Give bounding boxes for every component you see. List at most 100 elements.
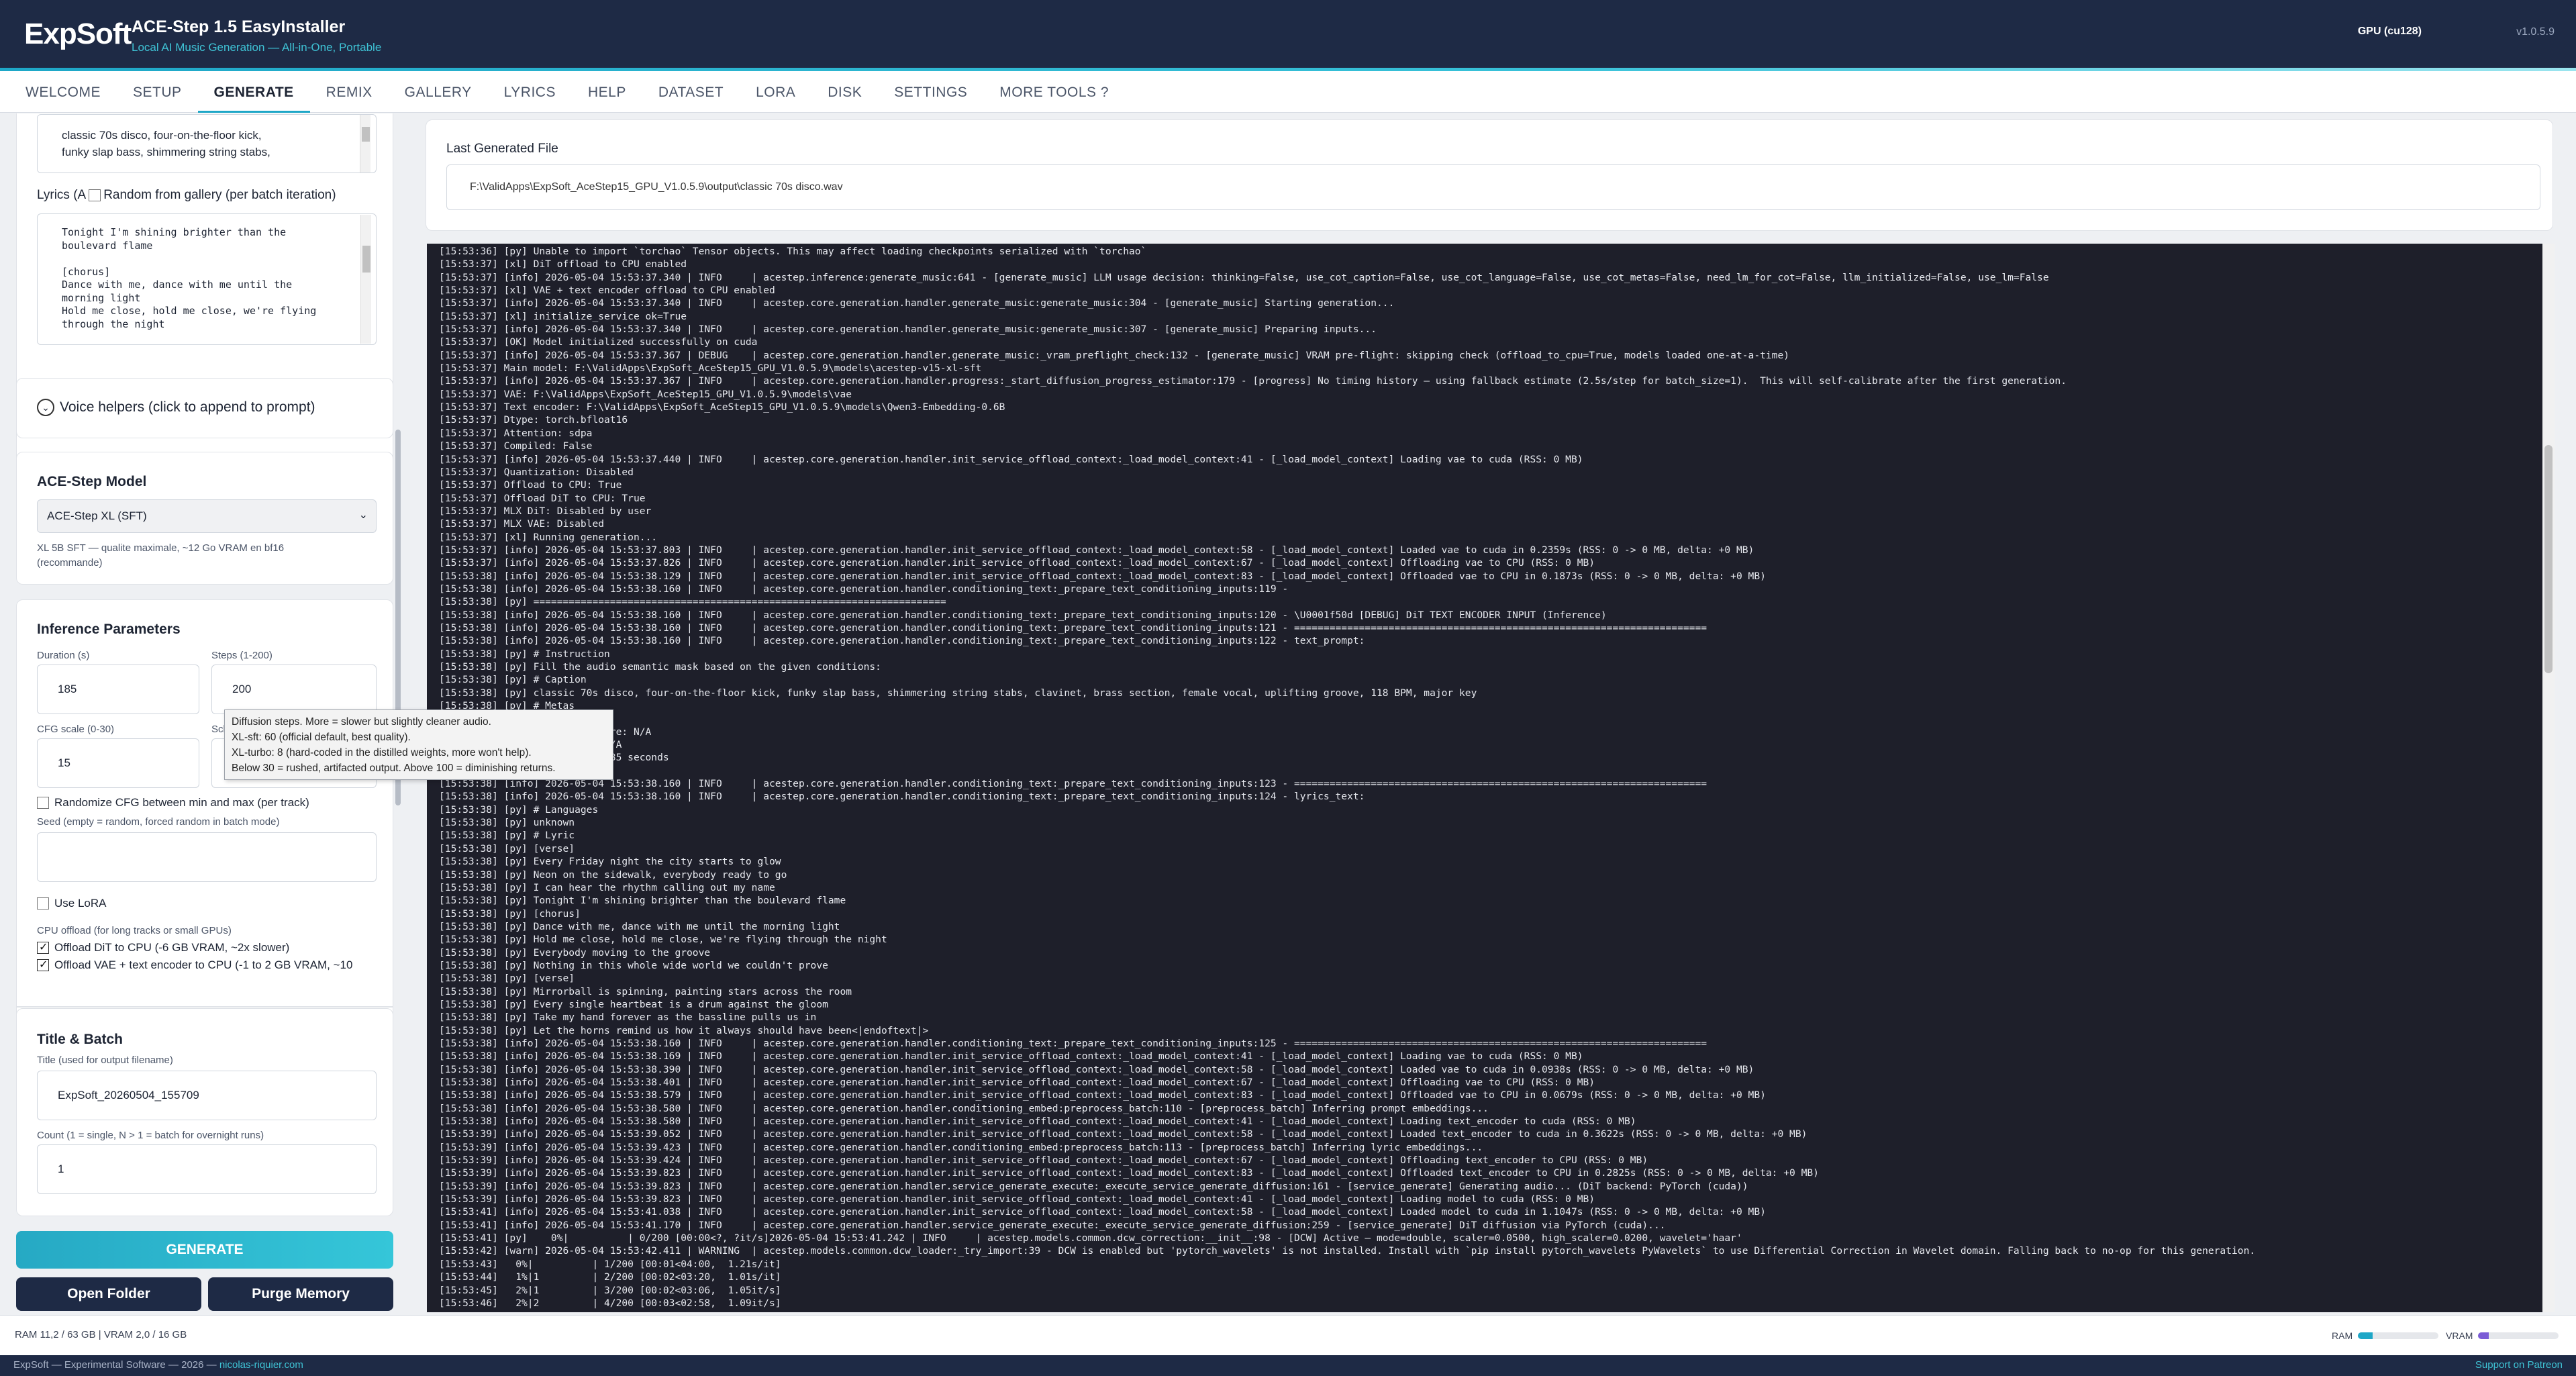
output-title-input[interactable]: ExpSoft_20260504_155709	[37, 1071, 377, 1120]
offload-vae-row[interactable]: Offload VAE + text encoder to CPU (-1 to…	[37, 958, 352, 972]
inference-title: Inference Parameters	[37, 622, 181, 637]
gpu-badge: GPU (cu128)	[2357, 26, 2422, 37]
prompt-scrollbar[interactable]	[360, 115, 370, 173]
count-label: Count (1 = single, N > 1 = batch for ove…	[37, 1130, 264, 1141]
log-line: [15:53:39] [info] 2026-05-04 15:53:39.42…	[439, 1154, 1648, 1167]
vram-meter-label: VRAM	[2446, 1330, 2473, 1341]
random-gallery-label: Random from gallery (per batch iteration…	[103, 188, 336, 202]
log-line: [15:53:38] [py] - keyscale: N/A	[439, 738, 2526, 751]
offload-dit-label: Offload DiT to CPU (-6 GB VRAM, ~2x slow…	[54, 941, 290, 954]
voice-helpers-toggle[interactable]: ⌄ Voice helpers (click to append to prom…	[37, 399, 315, 416]
log-line: [15:53:37] VAE: F:\ValidApps\ExpSoft_Ace…	[439, 388, 852, 400]
log-line: [15:53:38] [py] Hold me close, hold me c…	[439, 934, 887, 946]
prompt-textarea[interactable]: classic 70s disco, four-on-the-floor kic…	[37, 114, 377, 173]
log-line: [15:53:37] [info] 2026-05-04 15:53:37.80…	[439, 544, 1754, 556]
patreon-link[interactable]: Support on Patreon	[2475, 1359, 2563, 1371]
log-line: [15:53:37] [OK] Model initialized succes…	[439, 336, 758, 348]
log-line: [15:53:39] [info] 2026-05-04 15:53:39.42…	[439, 1141, 1483, 1153]
voice-helpers-card[interactable]: ⌄ Voice helpers (click to append to prom…	[16, 378, 393, 438]
log-line: [15:53:41] [py] 0%| | 0/200 [00:00<?, ?i…	[439, 1232, 1742, 1244]
lyrics-textarea[interactable]: Tonight I'm shining brighter than the bo…	[37, 213, 377, 345]
log-line: [15:53:44] 1%|1 | 2/200 [00:02<03:20, 1.…	[439, 1271, 781, 1283]
tab-welcome[interactable]: WELCOME	[9, 71, 117, 113]
log-line: [15:53:38] [info] 2026-05-04 15:53:38.16…	[439, 583, 1289, 595]
log-line: [15:53:38] [py] # Metas	[439, 700, 575, 712]
log-line: [15:53:38] [py] # Languages	[439, 803, 599, 816]
lyrics-scrollbar[interactable]	[360, 215, 371, 344]
count-input[interactable]: 1	[37, 1144, 377, 1194]
duration-input[interactable]: 185	[37, 665, 199, 714]
version-label: v1.0.5.9	[2516, 26, 2555, 38]
log-line: [15:53:38] [info] 2026-05-04 15:53:38.16…	[439, 1037, 1707, 1049]
log-scrollbar[interactable]	[2542, 244, 2555, 1312]
offload-dit-checkbox[interactable]	[37, 940, 49, 954]
log-line: [15:53:37] [xl] VAE + text encoder offlo…	[439, 285, 775, 297]
log-line: [15:53:37] [info] 2026-05-04 15:53:37.36…	[439, 349, 1790, 361]
tab-generate[interactable]: GENERATE	[197, 71, 310, 113]
offload-dit-row[interactable]: Offload DiT to CPU (-6 GB VRAM, ~2x slow…	[37, 940, 290, 954]
log-line: [15:53:38] [py] Tonight I'm shining brig…	[439, 895, 846, 907]
last-file-path[interactable]: F:\ValidApps\ExpSoft_AceStep15_GPU_V1.0.…	[446, 164, 2540, 210]
log-line: [15:53:38] [py] Everybody moving to the …	[439, 946, 711, 959]
app-subtitle: Local AI Music Generation — All-in-One, …	[132, 41, 382, 54]
title-batch-card: Title & Batch Title (used for output fil…	[16, 1008, 393, 1216]
cfg-input[interactable]: 15	[37, 738, 199, 788]
use-lora-row[interactable]: Use LoRA	[37, 897, 106, 910]
footer-text: ExpSoft — Experimental Software — 2026 —	[13, 1359, 217, 1371]
log-line: [15:53:39] [info] 2026-05-04 15:53:39.82…	[439, 1167, 1819, 1179]
log-line: [15:53:37] [xl] Running generation...	[439, 531, 658, 543]
randomize-cfg-row[interactable]: Randomize CFG between min and max (per t…	[37, 796, 309, 809]
tab-lora[interactable]: LORA	[740, 71, 811, 113]
log-line: [15:53:39] [info] 2026-05-04 15:53:39.82…	[439, 1180, 1748, 1192]
offload-vae-checkbox[interactable]	[37, 958, 49, 971]
tab-gallery[interactable]: GALLERY	[389, 71, 488, 113]
app-footer: ExpSoft — Experimental Software — 2026 —…	[0, 1355, 2576, 1376]
log-line: [15:53:38] [py] [verse]	[439, 973, 575, 985]
tab-dataset[interactable]: DATASET	[642, 71, 740, 113]
ram-meter-fill	[2358, 1332, 2373, 1339]
log-line: [15:53:38] [py] classic 70s disco, four-…	[439, 687, 1477, 699]
log-line: [15:53:43] 0%| | 1/200 [00:01<04:00, 1.2…	[439, 1258, 781, 1270]
model-select[interactable]: ACE-Step XL (SFT) ⌄	[37, 499, 377, 533]
randomize-cfg-checkbox[interactable]	[37, 797, 49, 809]
log-line: [15:53:37] Quantization: Disabled	[439, 466, 634, 478]
open-folder-button[interactable]: Open Folder	[16, 1277, 201, 1311]
tab-lyrics[interactable]: LYRICS	[488, 71, 572, 113]
tab-setup[interactable]: SETUP	[117, 71, 198, 113]
log-line: [15:53:38] [py] Neon on the sidewalk, ev…	[439, 869, 787, 881]
log-line: [15:53:38] [py] # Caption	[439, 674, 587, 686]
footer-website-link[interactable]: nicolas-riquier.com	[219, 1359, 303, 1371]
steps-input[interactable]: 200	[211, 665, 377, 714]
app-header: ExpSoft ACE-Step 1.5 EasyInstaller Local…	[0, 0, 2576, 68]
log-line: [15:53:38] [info] 2026-05-04 15:53:38.16…	[439, 635, 1365, 647]
steps-tooltip: Diffusion steps. More = slower but sligh…	[224, 709, 613, 780]
steps-label: Steps (1-200)	[211, 650, 273, 661]
log-line: [15:53:38] [py] - duration: 185 seconds	[439, 752, 669, 764]
use-lora-label: Use LoRA	[54, 897, 107, 910]
generate-button[interactable]: GENERATE	[16, 1231, 393, 1269]
log-console[interactable]: [15:53:36] [py] Unable to import `torcha…	[427, 244, 2542, 1312]
tab-disk[interactable]: DISK	[811, 71, 878, 113]
main-tabs: WELCOME SETUP GENERATE REMIX GALLERY LYR…	[0, 71, 2576, 113]
purge-memory-button[interactable]: Purge Memory	[208, 1277, 393, 1311]
voice-helpers-label: Voice helpers (click to append to prompt…	[60, 399, 315, 415]
memory-status-text: RAM 11,2 / 63 GB | VRAM 2,0 / 16 GB	[15, 1329, 187, 1340]
use-lora-checkbox[interactable]	[37, 897, 49, 910]
tab-more-tools[interactable]: MORE TOOLS ?	[983, 71, 1125, 113]
random-gallery-checkbox[interactable]	[89, 189, 101, 201]
ram-meter-label: RAM	[2332, 1330, 2353, 1341]
randomize-cfg-label: Randomize CFG between min and max (per t…	[54, 796, 309, 809]
log-line: [15:53:38] [py] unknown	[439, 817, 575, 829]
model-description: XL 5B SFT — qualite maximale, ~12 Go VRA…	[37, 542, 285, 569]
tab-help[interactable]: HELP	[572, 71, 642, 113]
tab-settings[interactable]: SETTINGS	[878, 71, 983, 113]
seed-input[interactable]	[37, 832, 377, 882]
tab-remix[interactable]: REMIX	[310, 71, 389, 113]
log-line: [15:53:37] Attention: sdpa	[439, 427, 593, 439]
log-line: [15:53:38] [py] Take my hand forever as …	[439, 1012, 817, 1024]
last-file-card: Last Generated File F:\ValidApps\ExpSoft…	[426, 119, 2553, 231]
lyrics-label-row: Lyrics (A Random from gallery (per batch…	[37, 188, 336, 203]
log-line: [15:53:38] [info] 2026-05-04 15:53:38.16…	[439, 609, 1607, 621]
model-selected-value: ACE-Step XL (SFT)	[47, 509, 147, 522]
log-line: [15:53:38] [info] 2026-05-04 15:53:38.58…	[439, 1102, 1489, 1114]
